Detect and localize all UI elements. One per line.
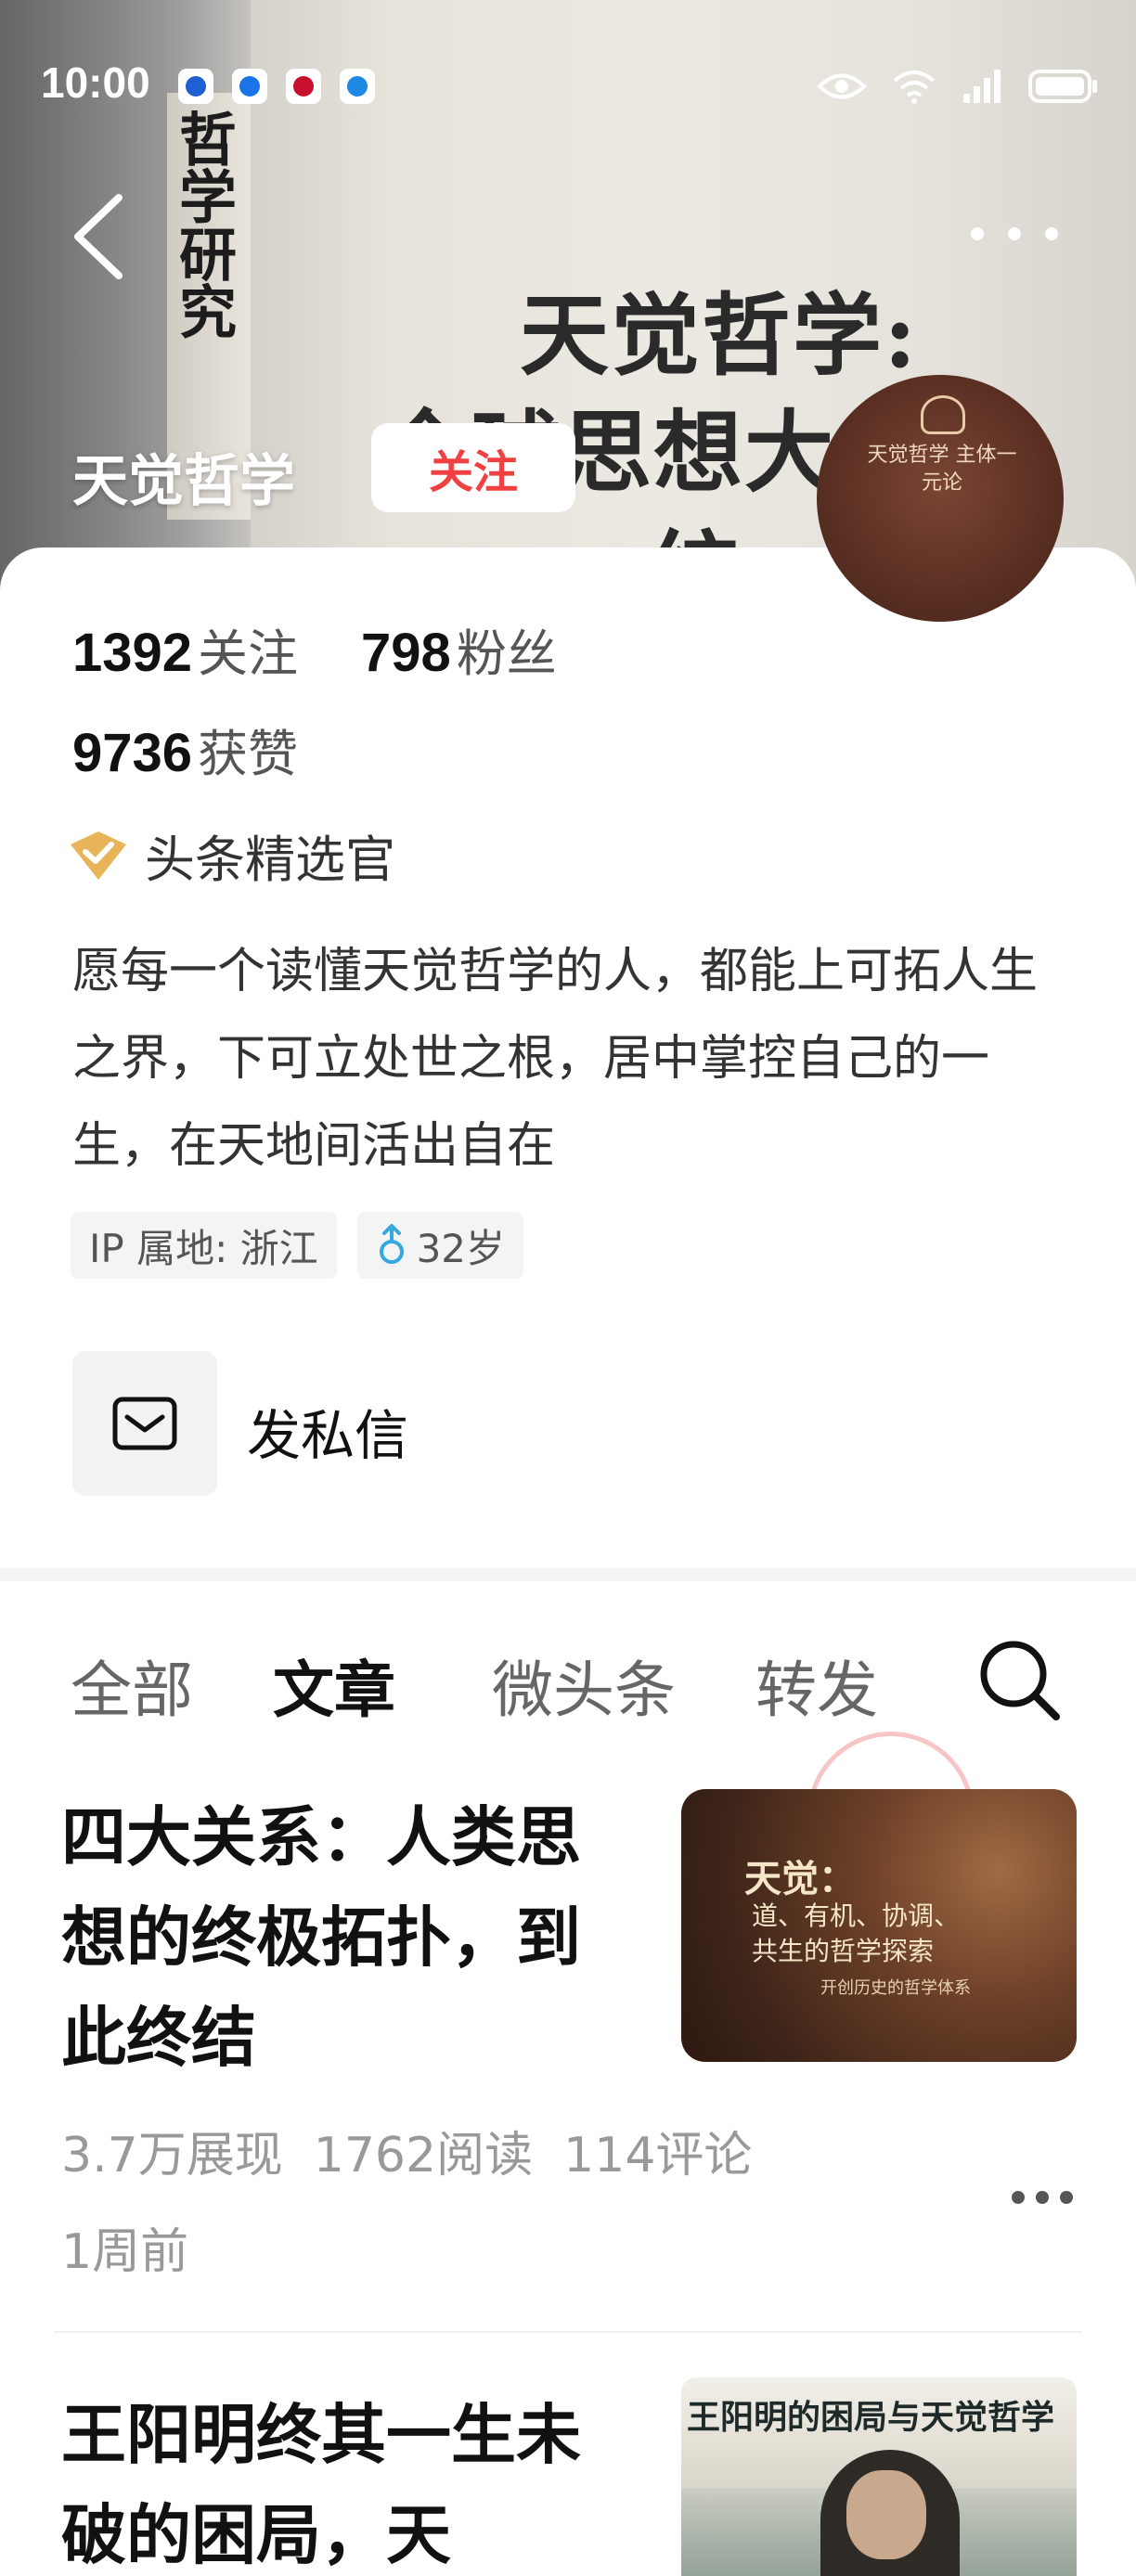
article-reads: 1762阅读 [313,2128,534,2183]
battery-icon [1028,70,1097,103]
badge-label: 头条精选官 [145,831,395,889]
tab-articles[interactable]: 文章 [273,1641,395,1730]
app-notification-icon [286,69,321,104]
likes-row: 9736 获赞 [72,713,298,786]
fans-label[interactable]: 粉丝 [457,625,557,683]
list-separator [54,2331,1082,2333]
chevron-left-icon[interactable] [65,190,130,283]
male-gender-icon [379,1224,404,1264]
more-dots-icon[interactable] [971,227,1064,251]
envelope-icon [112,1397,177,1450]
likes-label: 获赞 [198,725,299,783]
section-divider [0,1568,1136,1581]
verified-badge[interactable]: 头条精选官 [69,818,395,892]
age-text: 32岁 [416,1225,506,1271]
thumb-face [846,2470,926,2559]
app-notification-icon [232,69,267,104]
banner-title-line1: 天觉哲学: [520,283,919,388]
thumb-footer-text: 开创历史的哲学体系 [820,1978,971,1998]
follow-button[interactable]: 关注 [371,423,575,512]
tab-micro-posts[interactable]: 微头条 [492,1641,676,1730]
message-label[interactable]: 发私信 [247,1392,408,1470]
profile-bio: 愿每一个读懂天觉哲学的人，都能上可拓人生之界，下可立处世之根，居中掌控自己的一生… [72,944,1039,1174]
article-comments: 114评论 [563,2128,753,2183]
eye-icon [817,73,867,99]
profile-name: 天觉哲学 [72,449,295,514]
badge-check-icon [71,831,126,880]
article-impressions: 3.7万展现 [61,2128,283,2183]
fans-count[interactable]: 798 [361,623,451,683]
system-icons [817,65,1099,108]
article-meta: 3.7万展现 1762阅读 114评论 [61,2116,752,2185]
search-icon[interactable] [976,1637,1062,1722]
thumb-sub-text: 道、有机、协调、 共生的哲学探索 [752,1900,961,1966]
stats-row: 1392 关注 798 粉丝 [72,612,557,686]
thumb-main-text: 天觉： [744,1857,856,1900]
tab-reposts[interactable]: 转发 [755,1641,878,1730]
banner-vertical-text: 哲学研究 [169,109,237,340]
message-button[interactable] [72,1351,217,1496]
avatar-text: 天觉哲学 主体一元论 [867,444,1017,495]
ip-location-tag: IP 属地: 浙江 [71,1212,337,1279]
following-count[interactable]: 1392 [72,623,192,683]
app-notification-icon [340,69,375,104]
article-thumbnail[interactable]: 王阳明的困局与天觉哲学 [681,2377,1077,2576]
article-title[interactable]: 四大关系：人类思想的终极拓扑，到此终结 [61,1787,618,2088]
age-tag: 32岁 [356,1212,524,1279]
thumb-main-text: 王阳明的困局与天觉哲学 [687,2398,1055,2437]
article-more-icon[interactable] [1012,2188,1077,2207]
status-bar: 10:00 [0,0,1136,107]
profile-tags: IP 属地: 浙江 32岁 [71,1212,524,1279]
tab-all[interactable]: 全部 [71,1641,193,1730]
article-time: 1周前 [61,2224,189,2280]
article-thumbnail[interactable]: 天觉： 道、有机、协调、 共生的哲学探索 开创历史的哲学体系 [681,1789,1077,2062]
app-notification-icon [178,69,213,104]
avatar[interactable]: 天觉哲学 主体一元论 [817,375,1064,622]
following-label[interactable]: 关注 [198,625,298,683]
status-time: 10:00 [41,58,150,107]
article-title[interactable]: 王阳明终其一生未破的困局，天 [61,2385,618,2576]
avatar-seal-icon [921,395,965,434]
likes-count: 9736 [72,723,193,783]
signal-icon [963,70,1000,103]
ip-location-text: IP 属地: 浙江 [89,1225,318,1271]
wifi-icon [893,71,936,104]
